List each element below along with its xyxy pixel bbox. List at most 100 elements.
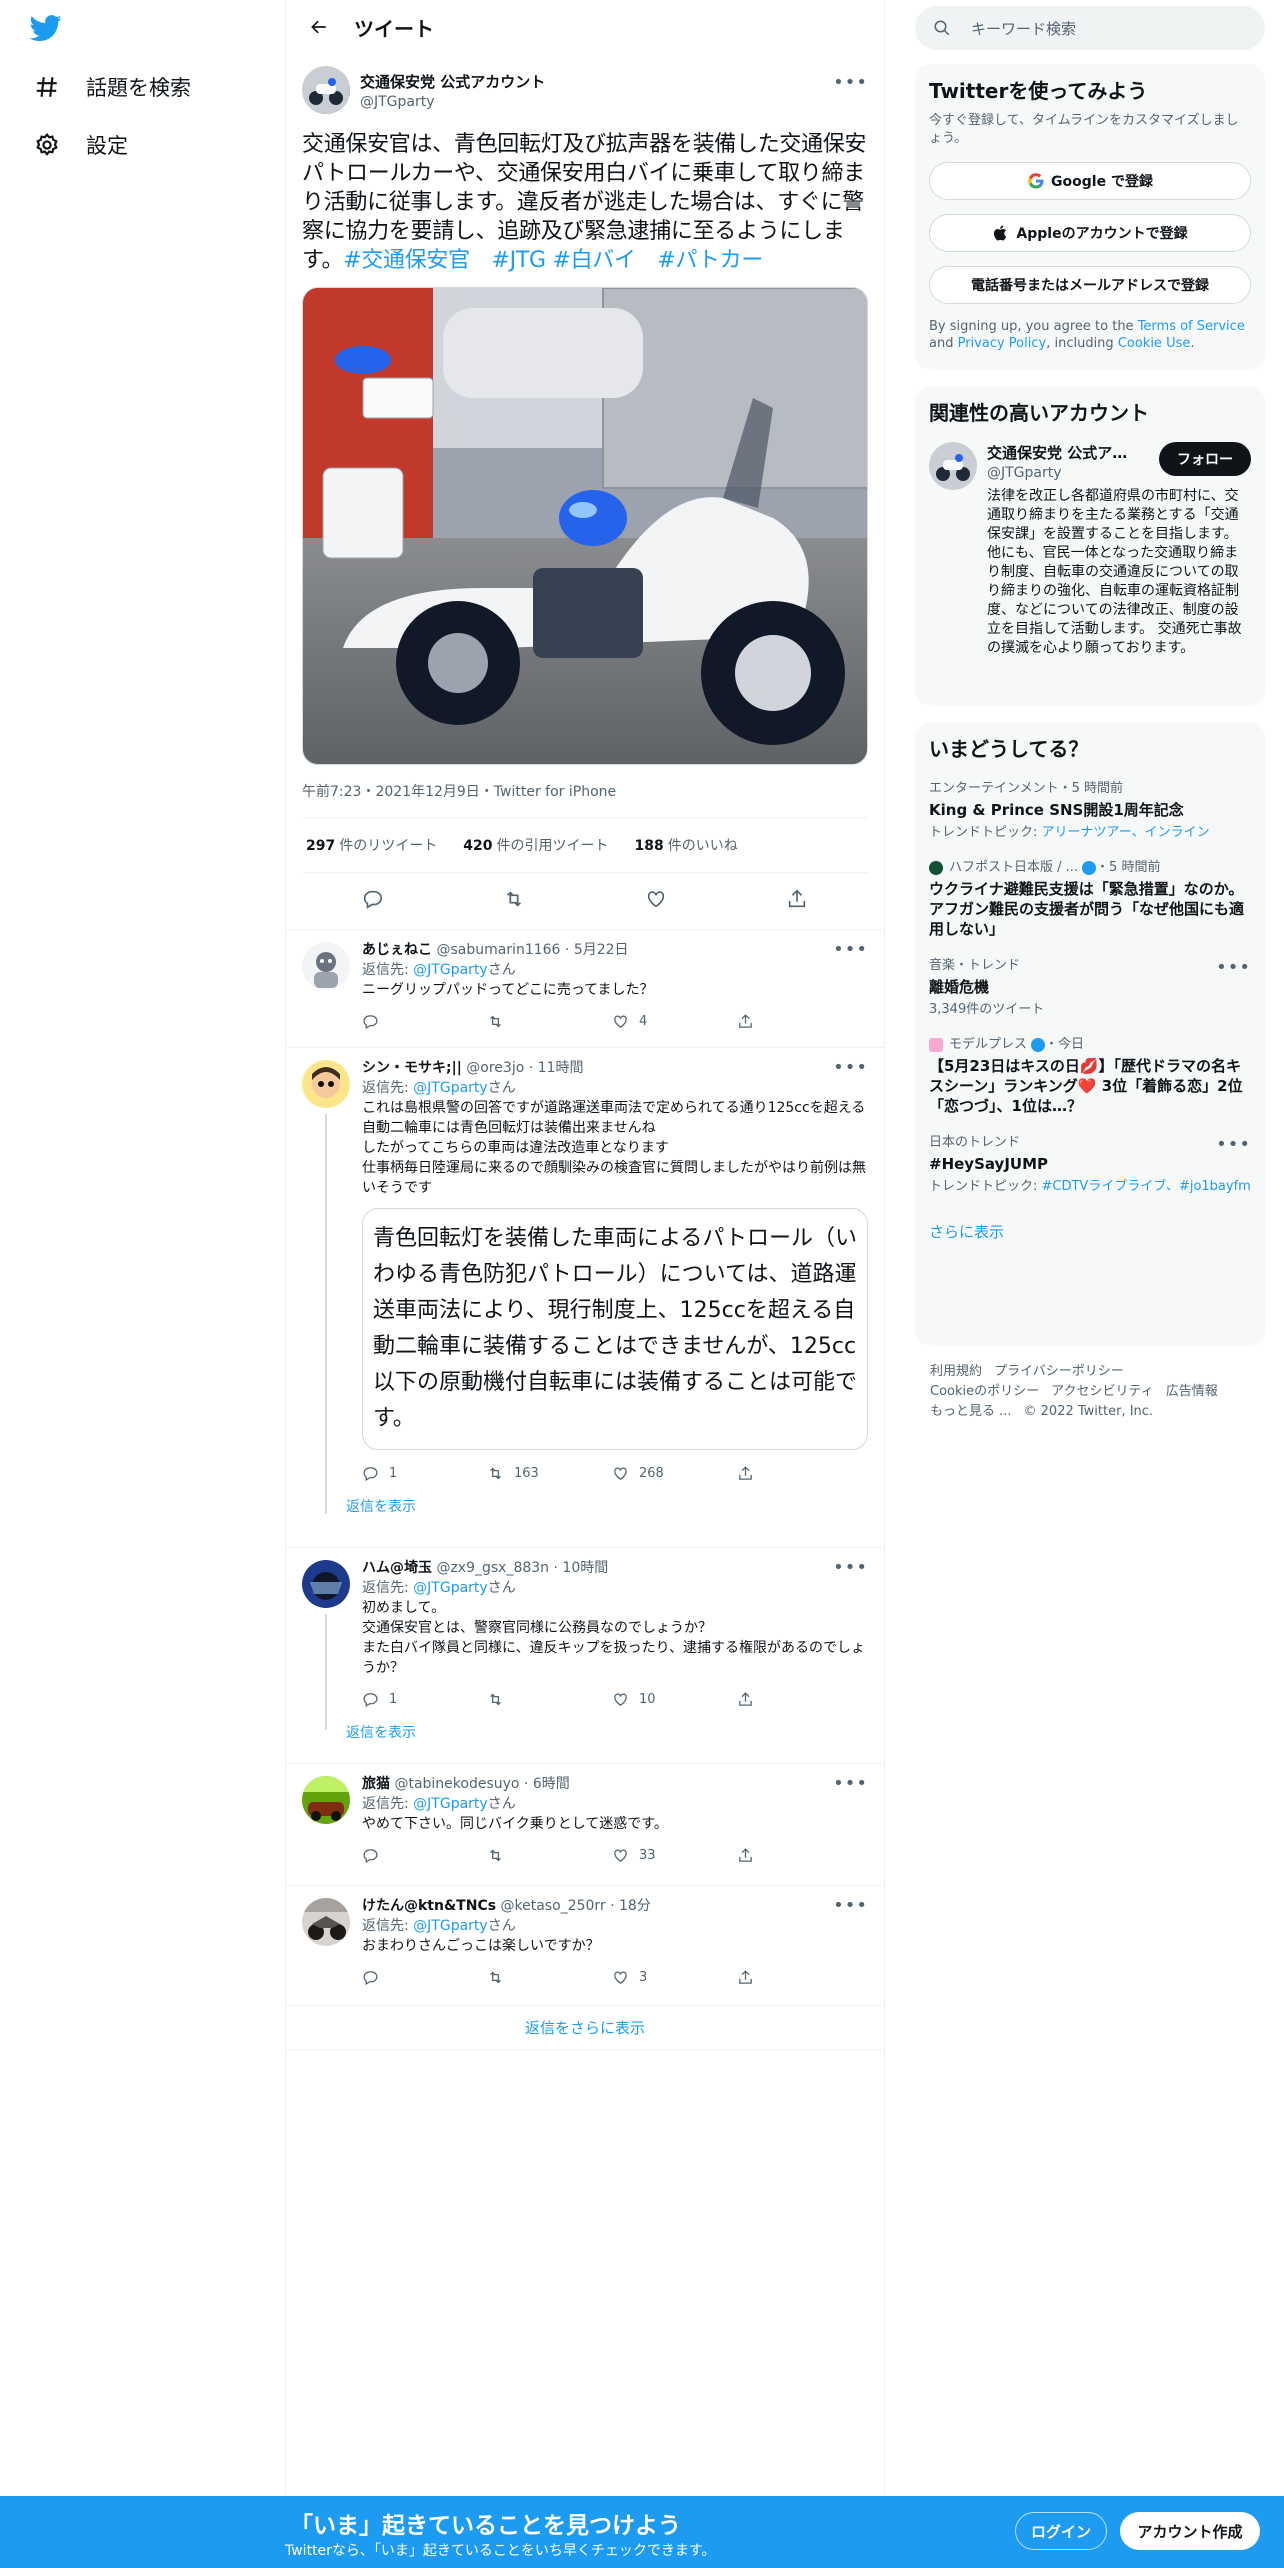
reply-tweet[interactable]: シン・モサキ;|| @ore3jo · 11時間 ••• 返信先: @JTGpar… [286, 1048, 884, 1548]
footer-link[interactable]: Cookieのポリシー [930, 1384, 1039, 1399]
reply-author-handle[interactable]: @sabumarin1166 [436, 942, 560, 958]
more-options-icon[interactable]: ••• [833, 72, 868, 93]
avatar[interactable] [302, 1898, 350, 1946]
cookie-link[interactable]: Cookie Use [1118, 336, 1191, 351]
mention-link[interactable]: @JTGparty [413, 962, 488, 978]
hashtag-link[interactable]: #白バイ [552, 248, 636, 273]
footer-link[interactable]: 広告情報 [1166, 1384, 1218, 1399]
terms-link[interactable]: Terms of Service [1138, 319, 1245, 334]
more-options-icon[interactable]: ••• [1216, 1134, 1251, 1155]
phone-email-signup-button[interactable]: 電話番号またはメールアドレスで登録 [929, 266, 1251, 304]
reply-author-name[interactable]: シン・モサキ;|| [362, 1060, 462, 1076]
footer-link[interactable]: プライバシーポリシー [994, 1364, 1124, 1379]
mention-link[interactable]: @JTGparty [413, 1796, 488, 1812]
reply-icon[interactable] [362, 888, 384, 914]
reply-button[interactable]: 1 [362, 1691, 487, 1708]
reply-author-name[interactable]: 旅猫 [362, 1776, 390, 1792]
trend-item[interactable]: エンターテインメント・5 時間前 King & Prince SNS開設1周年記… [929, 780, 1251, 841]
signup-button[interactable]: アカウント作成 [1120, 2512, 1260, 2550]
retweet-button[interactable] [487, 1969, 612, 1986]
hashtag-link[interactable]: #JTG [492, 248, 547, 273]
quote-stat[interactable]: 420 件の引用ツイート [463, 835, 608, 855]
quoted-text-card[interactable]: 青色回転灯を装備した車両によるパトロール（いわゆる青色防犯パトロール）については… [362, 1208, 868, 1450]
retweet-button[interactable] [487, 1691, 612, 1708]
hashtag-link[interactable]: #交通保安官 [343, 248, 470, 273]
reply-button[interactable] [362, 1969, 487, 1986]
show-replies-link[interactable]: 返信を表示 [346, 1490, 868, 1524]
more-options-icon[interactable]: ••• [833, 1896, 868, 1916]
mention-link[interactable]: @JTGparty [413, 1918, 488, 1934]
related-account-name[interactable]: 交通保安党 公式アカ... [987, 442, 1137, 463]
search-input[interactable]: キーワード検索 [915, 6, 1265, 50]
like-icon[interactable] [645, 888, 667, 914]
more-options-icon[interactable]: ••• [833, 1774, 868, 1794]
reply-time[interactable]: 6時間 [533, 1776, 570, 1792]
follow-button[interactable]: フォロー [1159, 442, 1251, 476]
reply-button[interactable]: 1 [362, 1465, 487, 1482]
avatar[interactable] [302, 66, 350, 114]
trend-item[interactable]: モデルプレス ・今日 【5月23日はキスの日💋】「歴代ドラマの名キスシーン」ランキ… [929, 1036, 1251, 1116]
reply-tweet[interactable]: けたん@ktn&TNCs @ketaso_250rr · 18分 ••• 返信先:… [286, 1886, 884, 2006]
reply-author-handle[interactable]: @ore3jo [466, 1060, 524, 1076]
tweet-timestamp[interactable]: 午前7:23・2021年12月9日・Twitter for iPhone [302, 781, 868, 803]
like-button[interactable]: 4 [612, 1013, 737, 1030]
author-handle[interactable]: @JTGparty [360, 94, 545, 110]
reply-author-handle[interactable]: @ketaso_250rr [501, 1898, 606, 1914]
nav-settings[interactable]: 設定 [30, 120, 128, 170]
avatar[interactable] [302, 942, 350, 990]
related-account[interactable]: 交通保安党 公式アカ... @JTGparty 法律を改正し各都道府県の市町村に… [929, 442, 1251, 658]
retweet-button[interactable] [487, 1847, 612, 1864]
share-button[interactable] [737, 1691, 862, 1708]
more-options-icon[interactable]: ••• [833, 940, 868, 960]
nav-explore[interactable]: 話題を検索 [30, 62, 191, 112]
privacy-link[interactable]: Privacy Policy [958, 336, 1047, 351]
share-button[interactable] [737, 1465, 862, 1482]
retweet-button[interactable] [487, 1013, 612, 1030]
share-button[interactable] [737, 1013, 862, 1030]
show-more-trends-link[interactable]: さらに表示 [929, 1221, 1251, 1242]
mention-link[interactable]: @JTGparty [413, 1580, 488, 1596]
trend-item[interactable]: 日本のトレンド #HeySayJUMP トレンドトピック: #CDTVライブライ… [929, 1134, 1251, 1195]
show-replies-link[interactable]: 返信を表示 [346, 1716, 868, 1750]
retweet-icon[interactable] [503, 888, 525, 914]
share-button[interactable] [737, 1847, 862, 1864]
reply-time[interactable]: 10時間 [562, 1560, 608, 1576]
avatar[interactable] [302, 1060, 350, 1108]
like-stat[interactable]: 188 件のいいね [634, 835, 737, 855]
reply-tweet[interactable]: あじぇねこ @sabumarin1166 · 5月22日 ••• 返信先: @JT… [286, 930, 884, 1048]
trend-item[interactable]: 音楽・トレンド 離婚危機 3,349件のツイート ••• [929, 957, 1251, 1018]
hashtag-link[interactable]: #パトカー [657, 248, 763, 273]
more-options-icon[interactable]: ••• [833, 1058, 868, 1078]
more-options-icon[interactable]: ••• [833, 1558, 868, 1578]
google-signup-button[interactable]: Google で登録 [929, 162, 1251, 200]
reply-author-name[interactable]: ハム@埼玉 [362, 1560, 432, 1576]
share-icon[interactable] [786, 888, 808, 914]
footer-link[interactable]: アクセシビリティ [1051, 1384, 1154, 1399]
reply-author-name[interactable]: あじぇねこ [362, 942, 432, 958]
back-arrow-icon[interactable] [302, 10, 336, 44]
twitter-bird-icon[interactable] [29, 12, 70, 52]
reply-button[interactable] [362, 1847, 487, 1864]
reply-author-handle[interactable]: @zx9_gsx_883n [436, 1560, 549, 1576]
login-button[interactable]: ログイン [1015, 2512, 1107, 2550]
reply-time[interactable]: 5月22日 [574, 942, 629, 958]
reply-tweet[interactable]: 旅猫 @tabinekodesuyo · 6時間 ••• 返信先: @JTGpar… [286, 1764, 884, 1886]
avatar[interactable] [302, 1560, 350, 1608]
footer-link[interactable]: 利用規約 [930, 1364, 982, 1379]
apple-signup-button[interactable]: Appleのアカウントで登録 [929, 214, 1251, 252]
avatar[interactable] [302, 1776, 350, 1824]
like-button[interactable]: 33 [612, 1847, 737, 1864]
reply-tweet[interactable]: ハム@埼玉 @zx9_gsx_883n · 10時間 ••• 返信先: @JTGp… [286, 1548, 884, 1764]
author-name[interactable]: 交通保安党 公式アカウント [360, 71, 545, 92]
reply-time[interactable]: 18分 [619, 1898, 651, 1914]
mention-link[interactable]: @JTGparty [413, 1080, 488, 1096]
reply-author-handle[interactable]: @tabinekodesuyo [394, 1776, 519, 1792]
reply-author-name[interactable]: けたん@ktn&TNCs [362, 1898, 496, 1914]
reply-time[interactable]: 11時間 [538, 1060, 584, 1076]
like-button[interactable]: 3 [612, 1969, 737, 1986]
retweet-button[interactable]: 163 [487, 1465, 612, 1482]
like-button[interactable]: 268 [612, 1465, 737, 1482]
share-button[interactable] [737, 1969, 862, 1986]
like-button[interactable]: 10 [612, 1691, 737, 1708]
retweet-stat[interactable]: 297 件のリツイート [306, 835, 437, 855]
